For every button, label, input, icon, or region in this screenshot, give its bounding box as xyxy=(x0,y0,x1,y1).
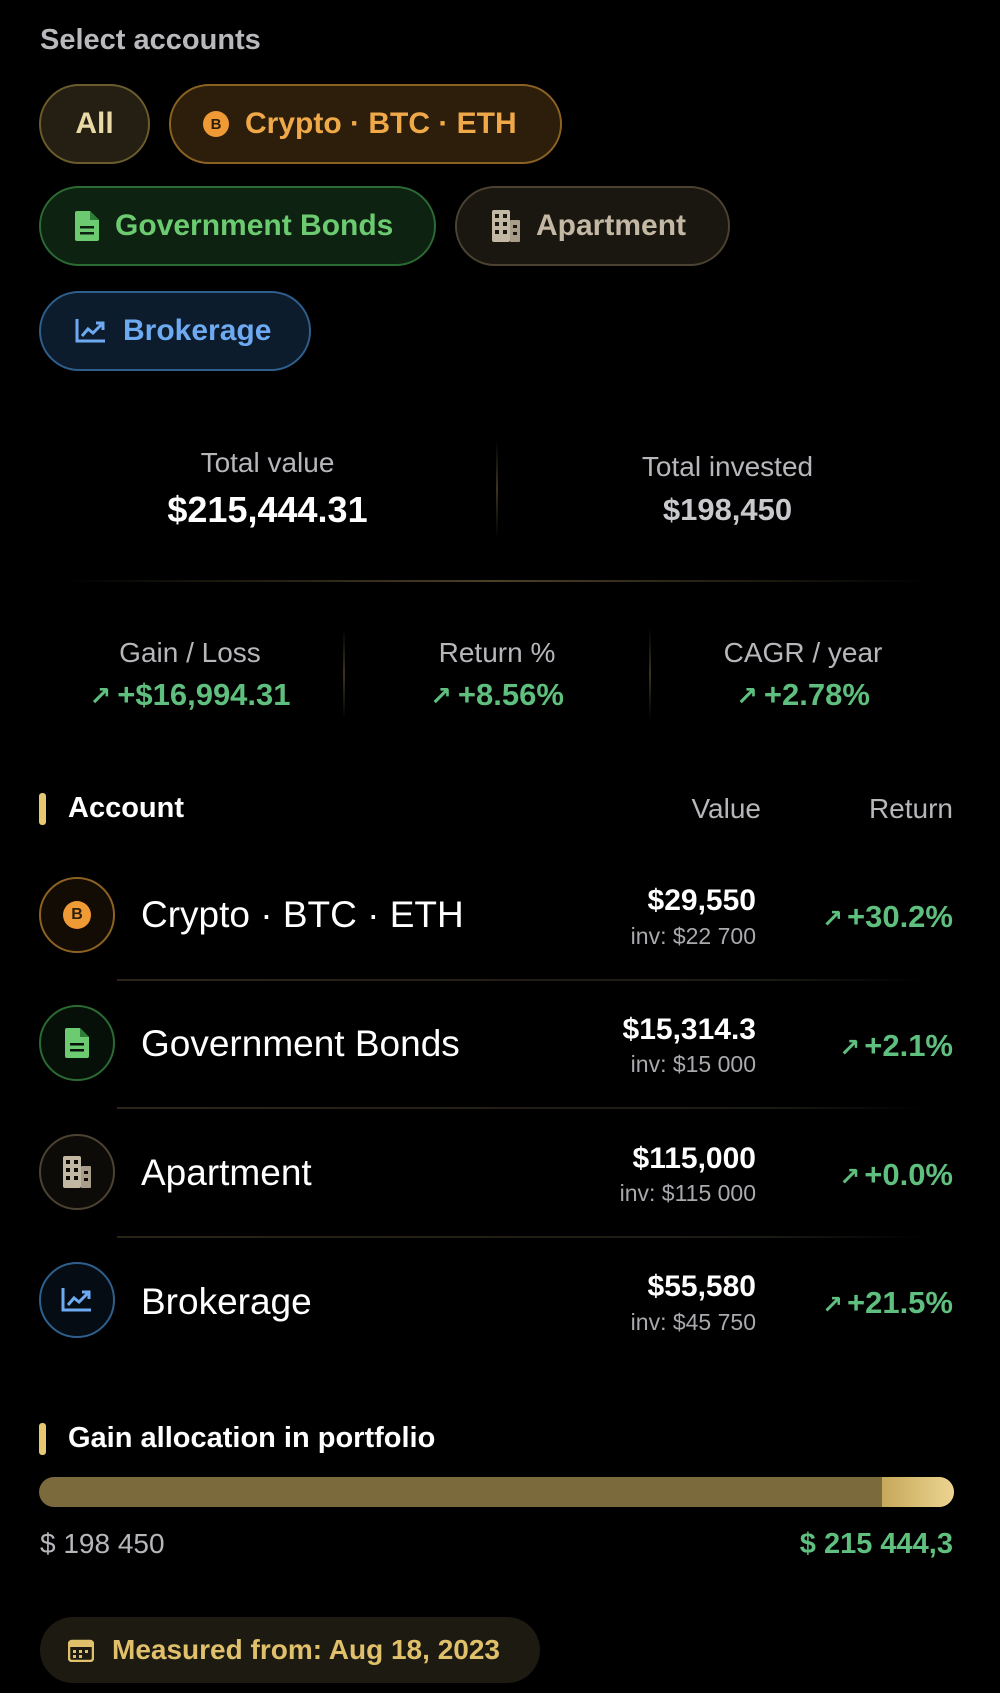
summary-separator xyxy=(60,580,930,582)
row-separator xyxy=(117,979,925,981)
document-icon xyxy=(75,211,99,241)
gain-allocation-bar xyxy=(39,1477,954,1507)
account-invested: inv: $22 700 xyxy=(630,923,756,949)
account-invested: inv: $115 000 xyxy=(619,1180,756,1206)
chip-label: Brokerage xyxy=(123,314,272,347)
return-column-header: Return xyxy=(868,793,953,824)
calendar-icon xyxy=(68,1638,94,1662)
account-value: $55,580 xyxy=(647,1270,756,1303)
gain-loss-label: Gain / Loss xyxy=(119,637,261,668)
account-return: ↗ +30.2% xyxy=(822,899,953,934)
account-invested: inv: $45 750 xyxy=(630,1309,756,1335)
total-value: $215,444.31 xyxy=(167,489,368,530)
building-icon xyxy=(492,210,520,242)
trending-chart-icon xyxy=(39,1262,115,1338)
account-value: $115,000 xyxy=(632,1142,756,1175)
filter-chip-all[interactable]: All xyxy=(39,84,150,164)
account-heading: Account xyxy=(68,792,184,824)
return-percent-value: ↗ +8.56% xyxy=(430,677,564,712)
account-name: Apartment xyxy=(141,1152,312,1193)
account-value: $15,314.3 xyxy=(622,1013,756,1046)
bitcoin-icon: B xyxy=(203,111,229,137)
section-accent-bar xyxy=(39,793,46,825)
trend-up-icon: ↗ xyxy=(736,681,758,711)
trend-up-icon: ↗ xyxy=(839,1163,861,1191)
trend-up-icon: ↗ xyxy=(839,1034,861,1062)
measured-from-button[interactable]: Measured from: Aug 18, 2023 xyxy=(40,1617,540,1683)
select-accounts-label: Select accounts xyxy=(40,24,261,56)
row-separator xyxy=(117,1107,925,1109)
filter-chip-brokerage[interactable]: Brokerage xyxy=(39,291,311,371)
section-accent-bar xyxy=(39,1423,46,1455)
cagr-value: ↗ +2.78% xyxy=(736,677,870,712)
account-return: ↗ +0.0% xyxy=(839,1157,953,1192)
gain-allocation-heading: Gain allocation in portfolio xyxy=(68,1422,436,1454)
building-icon xyxy=(39,1134,115,1210)
measured-from-label: Measured from: Aug 18, 2023 xyxy=(112,1634,500,1665)
account-return: ↗ +21.5% xyxy=(822,1285,953,1320)
chip-label: Crypto · BTC · ETH xyxy=(245,107,517,140)
gain-allocation-fill xyxy=(881,1477,954,1507)
document-icon xyxy=(39,1005,115,1081)
trend-up-icon: ↗ xyxy=(430,681,452,711)
total-invested-label: Total invested xyxy=(641,451,814,482)
account-name: Government Bonds xyxy=(141,1023,460,1064)
metrics-divider xyxy=(343,628,345,720)
bitcoin-icon: B xyxy=(39,877,115,953)
chip-label: Apartment xyxy=(536,209,687,242)
value-column-header: Value xyxy=(691,793,761,824)
trend-up-icon: ↗ xyxy=(89,681,112,711)
summary-divider xyxy=(496,440,498,538)
chip-label: All xyxy=(75,107,114,140)
total-amount-label: $ 215 444,3 xyxy=(799,1528,953,1560)
account-return: ↗ +2.1% xyxy=(839,1028,953,1063)
metrics-divider xyxy=(649,628,651,720)
invested-amount-label: $ 198 450 xyxy=(40,1528,165,1559)
chip-label: Government Bonds xyxy=(115,209,394,242)
gain-loss-value: ↗ +$16,994.31 xyxy=(89,677,291,712)
account-value: $29,550 xyxy=(647,884,756,917)
filter-chip-crypto[interactable]: B Crypto · BTC · ETH xyxy=(169,84,562,164)
cagr-label: CAGR / year xyxy=(723,637,883,668)
total-value-label: Total value xyxy=(200,447,335,478)
account-name: Crypto · BTC · ETH xyxy=(141,894,464,935)
total-invested: $198,450 xyxy=(662,492,793,527)
filter-chip-apartment[interactable]: Apartment xyxy=(455,186,730,266)
return-percent-label: Return % xyxy=(438,637,556,668)
row-separator xyxy=(117,1236,925,1238)
trend-up-icon: ↗ xyxy=(822,905,843,933)
account-name: Brokerage xyxy=(141,1281,312,1322)
trending-chart-icon xyxy=(75,317,107,345)
filter-chip-government-bonds[interactable]: Government Bonds xyxy=(39,186,436,266)
trend-up-icon: ↗ xyxy=(822,1291,843,1319)
account-invested: inv: $15 000 xyxy=(630,1051,756,1077)
